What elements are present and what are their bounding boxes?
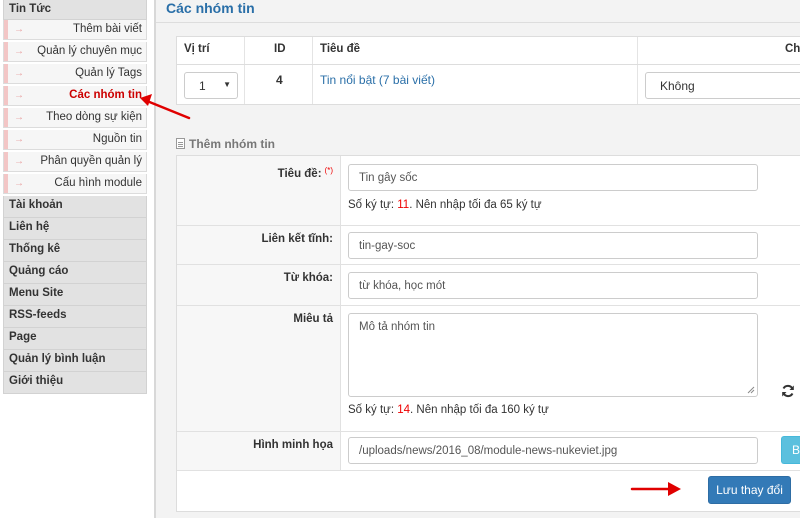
annotation-arrow-sidebar [140, 94, 191, 120]
annotation-arrow-save [630, 482, 681, 496]
annotation-arrows [140, 94, 681, 496]
